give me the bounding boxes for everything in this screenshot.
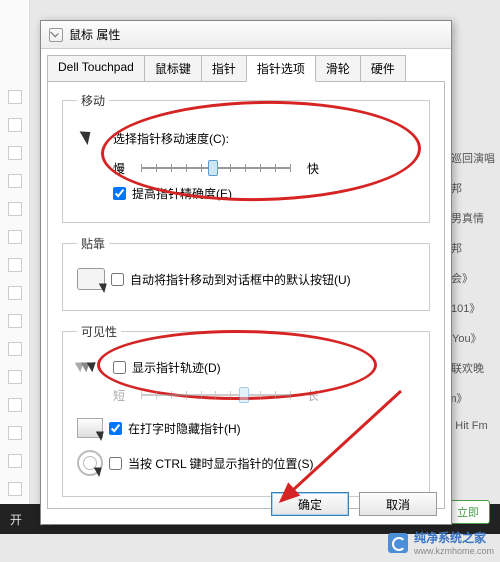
trail-slider [141, 384, 291, 406]
trail-checkbox[interactable] [113, 361, 126, 374]
speed-slider[interactable] [141, 157, 291, 179]
snap-checkbox[interactable] [111, 273, 124, 286]
hide-typing-icon [77, 418, 103, 438]
action-pill[interactable]: 立即 [446, 500, 490, 524]
snap-group: 贴靠 自动将指针移动到对话框中的默认按钮(U) [62, 235, 430, 311]
trail-icon [77, 356, 107, 378]
mouse-properties-dialog: 鼠标 属性 Dell Touchpad 鼠标键 指针 指针选项 滑轮 硬件 移动… [40, 20, 452, 525]
motion-legend: 移动 [77, 92, 109, 109]
fast-label: 快 [307, 160, 319, 177]
short-label: 短 [113, 387, 125, 404]
precision-checkbox[interactable] [113, 187, 126, 200]
ctrl-locate-icon [77, 450, 103, 476]
dialog-title: 鼠标 属性 [69, 26, 120, 43]
speed-label: 选择指针移动速度(C): [113, 130, 229, 147]
trail-label: 显示指针轨迹(D) [132, 359, 221, 376]
tab-pointer-options[interactable]: 指针选项 [246, 55, 316, 82]
background-left-panel [0, 0, 30, 520]
ctrl-locate-checkbox[interactable] [109, 457, 122, 470]
snap-label: 自动将指针移动到对话框中的默认按钮(U) [130, 271, 351, 288]
long-label: 长 [307, 387, 319, 404]
tab-panel: 移动 选择指针移动速度(C): 慢 快 提高指针精确度(E) 贴靠 [47, 81, 445, 509]
slow-label: 慢 [113, 160, 125, 177]
pointer-icon [77, 125, 103, 151]
tab-hardware[interactable]: 硬件 [360, 55, 406, 81]
tab-buttons[interactable]: 鼠标键 [144, 55, 202, 81]
tab-dell-touchpad[interactable]: Dell Touchpad [47, 55, 145, 81]
watermark-icon [388, 533, 408, 553]
visibility-legend: 可见性 [77, 323, 121, 340]
watermark: 纯净系统之家 www.kzmhome.com [388, 529, 494, 556]
precision-label: 提高指针精确度(E) [132, 185, 232, 202]
cancel-button[interactable]: 取消 [359, 492, 437, 516]
tab-wheel[interactable]: 滑轮 [315, 55, 361, 81]
dialog-buttons: 确定 取消 [271, 492, 437, 516]
watermark-url: www.kzmhome.com [414, 546, 494, 556]
tab-pointers[interactable]: 指针 [201, 55, 247, 81]
watermark-text: 纯净系统之家 [414, 529, 494, 546]
tab-strip: Dell Touchpad 鼠标键 指针 指针选项 滑轮 硬件 [41, 49, 451, 81]
hide-typing-label: 在打字时隐藏指针(H) [128, 420, 241, 437]
snap-icon [77, 268, 105, 290]
snap-legend: 贴靠 [77, 235, 109, 252]
ctrl-locate-label: 当按 CTRL 键时显示指针的位置(S) [128, 455, 314, 472]
titlebar: 鼠标 属性 [41, 21, 451, 49]
mouse-icon [49, 28, 63, 42]
visibility-group: 可见性 显示指针轨迹(D) 短 长 在打字时隐藏指针(H) [62, 323, 430, 497]
ok-button[interactable]: 确定 [271, 492, 349, 516]
motion-group: 移动 选择指针移动速度(C): 慢 快 提高指针精确度(E) [62, 92, 430, 223]
hide-typing-checkbox[interactable] [109, 422, 122, 435]
